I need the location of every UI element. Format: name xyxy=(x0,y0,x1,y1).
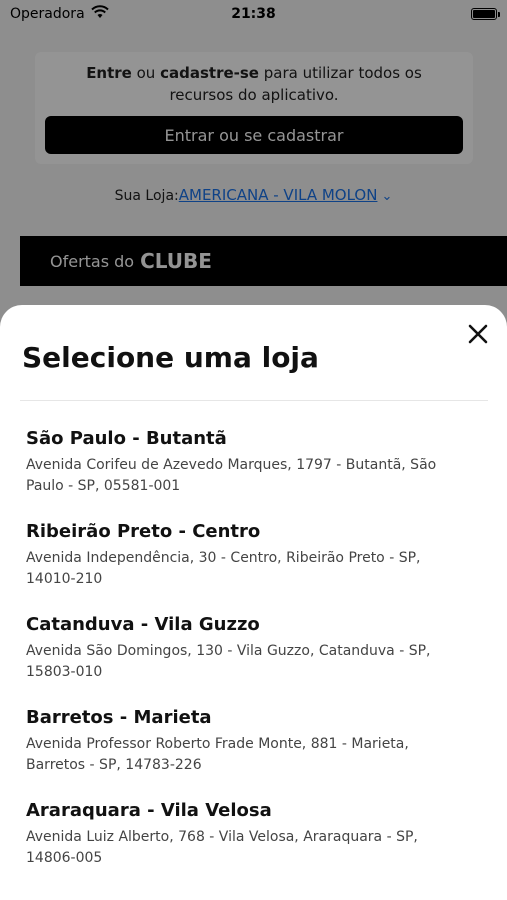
store-item[interactable]: São Paulo - Butantã Avenida Corifeu de A… xyxy=(26,427,466,520)
store-address: Avenida Corifeu de Azevedo Marques, 1797… xyxy=(26,457,437,494)
store-address: Avenida Independência, 30 - Centro, Ribe… xyxy=(26,550,421,587)
close-icon[interactable] xyxy=(467,323,489,345)
store-item[interactable]: Araraquara - Vila Velosa Avenida Luiz Al… xyxy=(26,799,466,892)
store-address: Avenida Professor Roberto Frade Monte, 8… xyxy=(26,736,409,773)
store-item[interactable]: Barretos - Marieta Avenida Professor Rob… xyxy=(26,706,466,799)
store-address: Avenida São Domingos, 130 - Vila Guzzo, … xyxy=(26,643,431,680)
store-item[interactable]: Ribeirão Preto - Centro Avenida Independ… xyxy=(26,520,466,613)
sheet-title: Selecione uma loja xyxy=(22,341,319,374)
store-name: Catanduva - Vila Guzzo xyxy=(26,614,260,635)
store-name: Barretos - Marieta xyxy=(26,707,212,728)
store-name: São Paulo - Butantã xyxy=(26,428,227,449)
store-list: São Paulo - Butantã Avenida Corifeu de A… xyxy=(26,427,466,892)
store-name: Araraquara - Vila Velosa xyxy=(26,800,272,821)
divider xyxy=(20,400,488,401)
store-item[interactable]: Catanduva - Vila Guzzo Avenida São Domin… xyxy=(26,613,466,706)
store-address: Avenida Luiz Alberto, 768 - Vila Velosa,… xyxy=(26,829,418,866)
store-name: Ribeirão Preto - Centro xyxy=(26,521,261,542)
store-select-sheet: Selecione uma loja São Paulo - Butantã A… xyxy=(0,305,507,900)
